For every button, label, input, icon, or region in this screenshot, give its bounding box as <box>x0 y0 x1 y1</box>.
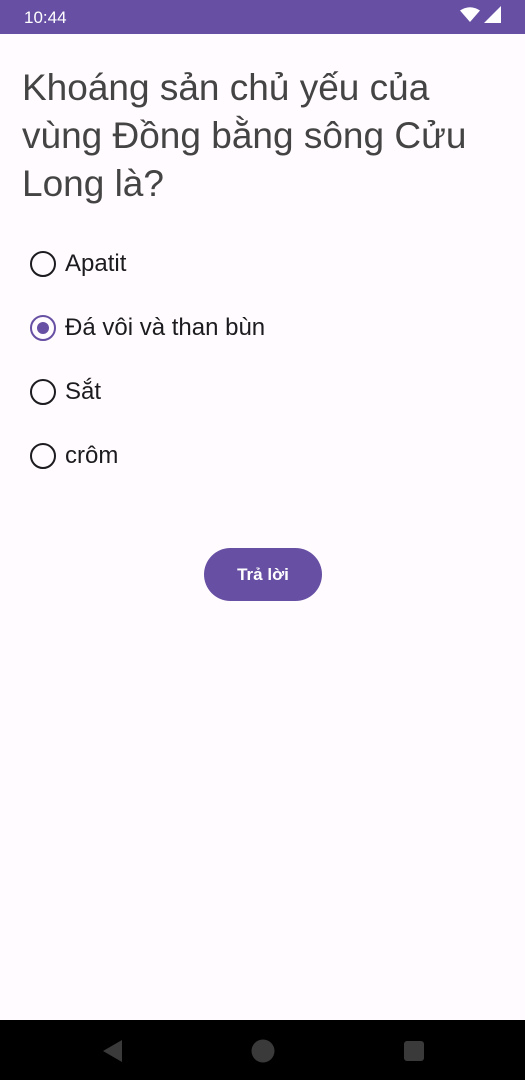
navigation-bar <box>0 1020 525 1080</box>
option-label: crôm <box>65 442 119 469</box>
answer-options: Apatit Đá vôi và than bùn Sắt crôm <box>0 232 525 488</box>
option-label: Apatit <box>65 250 127 277</box>
recents-icon[interactable] <box>401 1038 427 1064</box>
radio-button[interactable] <box>30 251 56 277</box>
option-crom[interactable]: crôm <box>0 424 525 488</box>
signal-icon <box>484 6 501 28</box>
question-text: Khoáng sản chủ yếu của vùng Đồng bằng sô… <box>22 67 467 204</box>
option-da-voi-va-than-bun[interactable]: Đá vôi và than bùn <box>0 296 525 360</box>
radio-button[interactable] <box>30 379 56 405</box>
option-label: Đá vôi và than bùn <box>65 314 266 341</box>
option-sat[interactable]: Sắt <box>0 360 525 424</box>
option-apatit[interactable]: Apatit <box>0 232 525 296</box>
status-icons <box>460 6 501 28</box>
wifi-icon <box>460 6 480 28</box>
radio-button[interactable] <box>30 443 56 469</box>
quiz-screen: Khoáng sản chủ yếu của vùng Đồng bằng sô… <box>0 34 525 1020</box>
home-icon[interactable] <box>250 1038 276 1064</box>
answer-button[interactable]: Trả lời <box>204 548 322 601</box>
status-bar: 10:44 <box>0 0 525 34</box>
radio-button-selected[interactable] <box>30 315 56 341</box>
option-label: Sắt <box>65 378 102 405</box>
back-icon[interactable] <box>99 1038 125 1064</box>
status-time: 10:44 <box>24 8 67 27</box>
